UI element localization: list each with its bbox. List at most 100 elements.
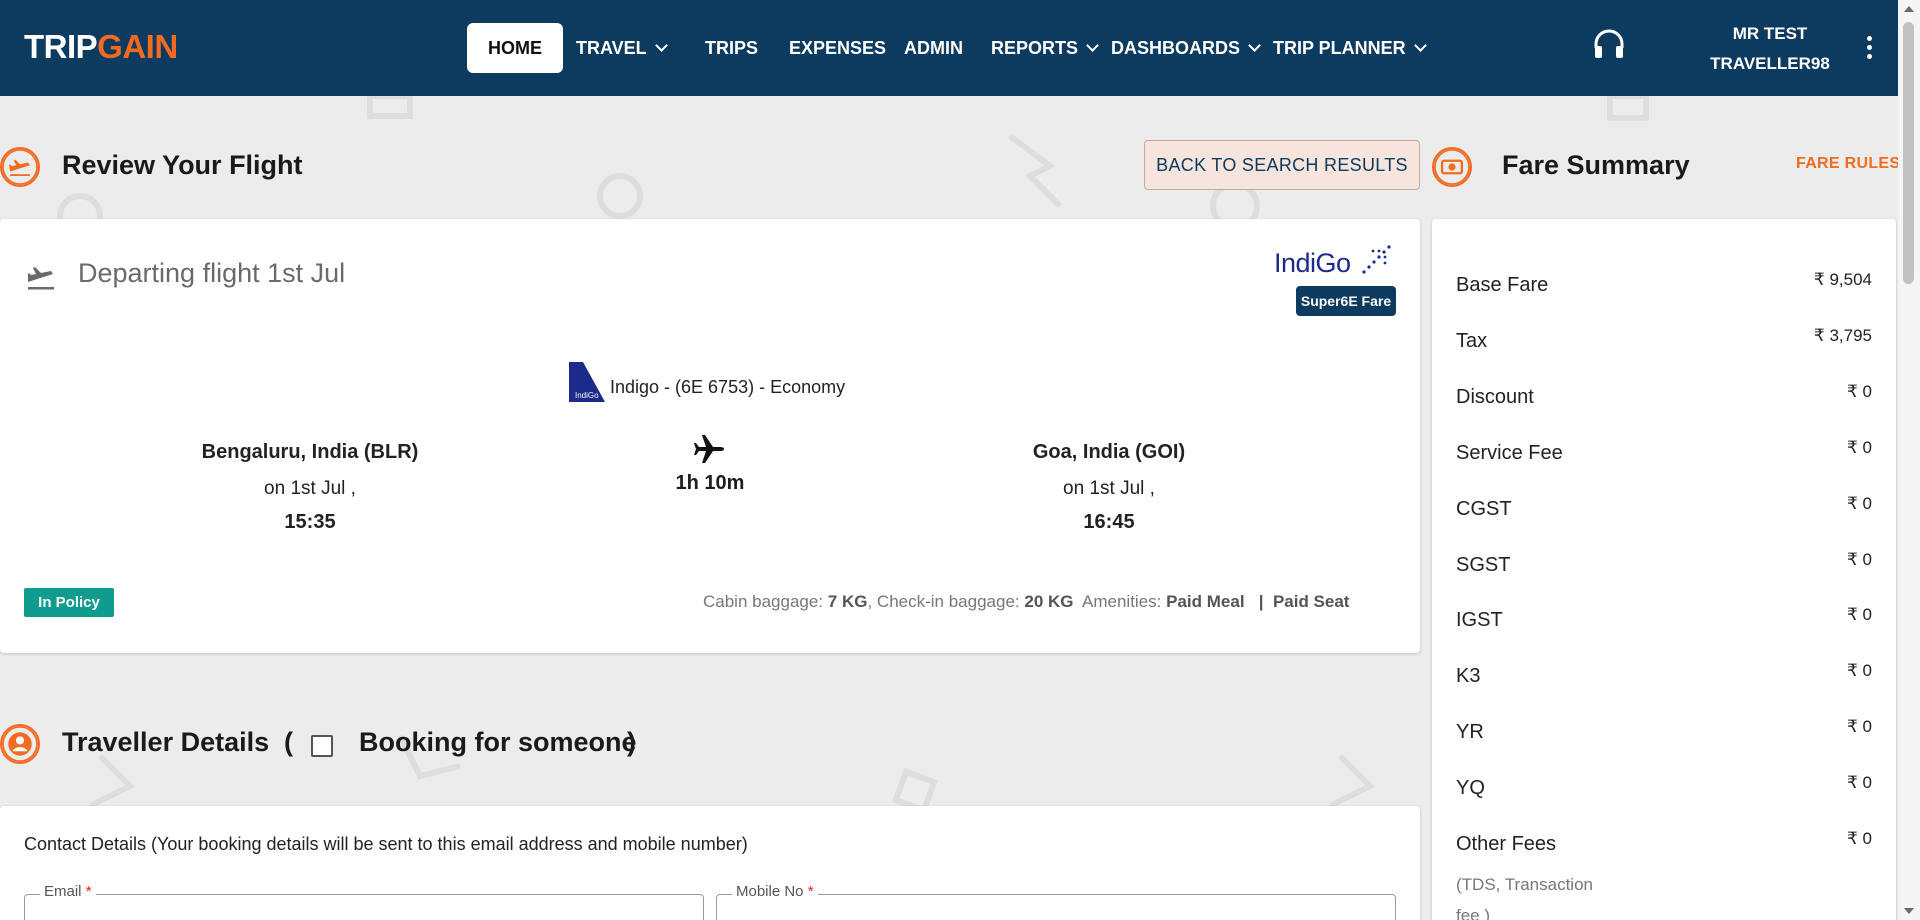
fare-rules-link[interactable]: FARE RULES — [1796, 155, 1900, 173]
logo-text-gain: GAIN — [97, 28, 178, 65]
fare-type-badge: Super6E Fare — [1296, 286, 1396, 316]
headset-support-icon[interactable] — [1592, 28, 1626, 62]
nav-trips-label: TRIPS — [705, 38, 759, 58]
indigo-tail-logo-icon: IndiGo — [569, 362, 605, 402]
fare-value: ₹ 0 — [1847, 605, 1872, 624]
cabin-baggage-label: Cabin baggage: — [703, 592, 824, 611]
nav-home[interactable]: HOME — [467, 23, 563, 73]
traveller-details-title: Traveller Details — [62, 727, 270, 757]
mobile-field-label: Mobile No * — [732, 883, 818, 900]
fare-label: YQ — [1456, 777, 1485, 799]
nav-travel[interactable]: TRAVEL — [576, 23, 668, 73]
fare-value: ₹ 0 — [1847, 661, 1872, 680]
nav-expenses-label: EXPENSES — [789, 38, 887, 58]
fare-value: ₹ 3,795 — [1813, 326, 1872, 345]
logo-text-trip: TRIP — [24, 28, 98, 65]
checkin-baggage-value: 20 KG — [1024, 592, 1074, 611]
fare-label: CGST — [1456, 498, 1512, 520]
user-name-line2[interactable]: TRAVELLER98 — [1700, 54, 1840, 74]
scrollbar-thumb[interactable] — [1903, 22, 1914, 284]
nav-trips[interactable]: TRIPS — [705, 23, 758, 73]
mobile-number-field[interactable] — [716, 894, 1396, 920]
required-mark: * — [807, 883, 814, 900]
airline-logo-text: IndiGo — [1274, 248, 1351, 278]
chevron-down-icon — [1413, 39, 1427, 52]
fare-row-cgst: CGST ₹ 0 — [1456, 494, 1872, 528]
fare-label: Service Fee — [1456, 442, 1563, 464]
nav-admin[interactable]: ADMIN — [904, 23, 963, 73]
tripgain-logo[interactable]: TRIPGAIN — [24, 28, 178, 66]
fare-label: SGST — [1456, 554, 1511, 576]
indigo-plane-dots-icon — [1361, 245, 1391, 274]
fare-summary-title: Fare Summary — [1502, 150, 1690, 180]
destination-time: 16:45 — [1083, 511, 1135, 533]
checkin-baggage-label: , Check-in baggage: — [867, 592, 1020, 611]
amenity-seat: Paid Seat — [1272, 592, 1350, 611]
more-options-icon[interactable] — [1866, 36, 1874, 63]
nav-home-label: HOME — [488, 38, 542, 58]
fare-row-base-fare: Base Fare ₹ 9,504 — [1456, 270, 1872, 304]
fare-value: ₹ 0 — [1847, 438, 1872, 457]
scroll-down-arrow-icon[interactable] — [1904, 908, 1914, 914]
email-field[interactable] — [24, 894, 704, 920]
flight-number-info: Indigo - (6E 6753) - Economy — [610, 377, 846, 397]
fare-label: Tax — [1456, 330, 1488, 352]
nav-travel-label: TRAVEL — [576, 38, 647, 58]
nav-reports-label: REPORTS — [991, 38, 1079, 58]
svg-text:IndiGo: IndiGo — [575, 391, 599, 400]
booking-for-someone-checkbox[interactable] — [311, 735, 333, 757]
paren-open: ( — [284, 727, 293, 757]
email-field-label: Email * — [40, 883, 96, 900]
fare-label: YR — [1456, 721, 1484, 743]
nav-trip-planner[interactable]: TRIP PLANNER — [1273, 23, 1427, 73]
fare-label: K3 — [1456, 665, 1481, 687]
review-flight-title: Review Your Flight — [62, 150, 303, 180]
back-to-search-results-button[interactable]: BACK TO SEARCH RESULTS — [1144, 140, 1420, 190]
destination-date: on 1st Jul , — [1063, 478, 1155, 499]
fare-row-tax: Tax ₹ 3,795 — [1456, 326, 1872, 360]
booking-for-someone-label[interactable]: Booking for someone — [359, 727, 637, 758]
vertical-scrollbar[interactable] — [1898, 0, 1920, 920]
required-mark: * — [85, 883, 92, 900]
fare-row-yq: YQ ₹ 0 — [1456, 773, 1872, 807]
fare-value: ₹ 9,504 — [1813, 270, 1872, 289]
flight-takeoff-icon — [28, 267, 54, 290]
amenities-label: Amenities: — [1082, 592, 1162, 611]
other-fees-note: (TDS, Transaction fee ) — [1456, 875, 1593, 920]
fare-label: Base Fare — [1456, 274, 1549, 296]
chevron-down-icon — [1248, 39, 1261, 52]
fare-label: Other Fees — [1456, 833, 1557, 855]
fare-label: Discount — [1456, 386, 1534, 408]
contact-details-text: Contact Details (Your booking details wi… — [24, 834, 748, 854]
fare-value: ₹ 0 — [1847, 829, 1872, 848]
scroll-up-arrow-icon[interactable] — [1904, 6, 1914, 12]
email-label-text: Email — [44, 883, 82, 900]
fare-row-igst: IGST ₹ 0 — [1456, 605, 1872, 639]
nav-dashboards[interactable]: DASHBOARDS — [1111, 23, 1261, 73]
amenity-meal: Paid Meal — [1166, 592, 1245, 611]
departing-flight-title: Departing flight 1st Jul — [78, 258, 346, 288]
nav-expenses[interactable]: EXPENSES — [789, 23, 886, 73]
fare-row-sgst: SGST ₹ 0 — [1456, 550, 1872, 584]
user-name-line1[interactable]: MR TEST — [1700, 24, 1840, 44]
fare-value: ₹ 0 — [1847, 550, 1872, 569]
paren-close: ) — [627, 727, 636, 757]
nav-admin-label: ADMIN — [904, 38, 963, 58]
chevron-down-icon — [1086, 39, 1099, 52]
fare-value: ₹ 0 — [1847, 494, 1872, 513]
mobile-label-text: Mobile No — [736, 883, 804, 900]
nav-reports[interactable]: REPORTS — [991, 23, 1099, 73]
flight-duration: 1h 10m — [675, 472, 745, 494]
fare-value: ₹ 0 — [1847, 717, 1872, 736]
money-icon — [1432, 147, 1472, 187]
fare-row-k3: K3 ₹ 0 — [1456, 661, 1872, 695]
origin-date: on 1st Jul , — [264, 478, 356, 499]
cabin-baggage-value: 7 KG — [827, 592, 868, 611]
chevron-down-icon — [654, 39, 668, 52]
destination-city: Goa, India (GOI) — [1032, 441, 1186, 463]
fare-label: IGST — [1456, 609, 1503, 631]
flight-takeoff-icon — [0, 147, 40, 187]
amenity-separator: | — [1258, 592, 1264, 611]
fare-row-other-fees: Other Fees ₹ 0 — [1456, 829, 1872, 863]
airplane-icon — [694, 435, 724, 463]
